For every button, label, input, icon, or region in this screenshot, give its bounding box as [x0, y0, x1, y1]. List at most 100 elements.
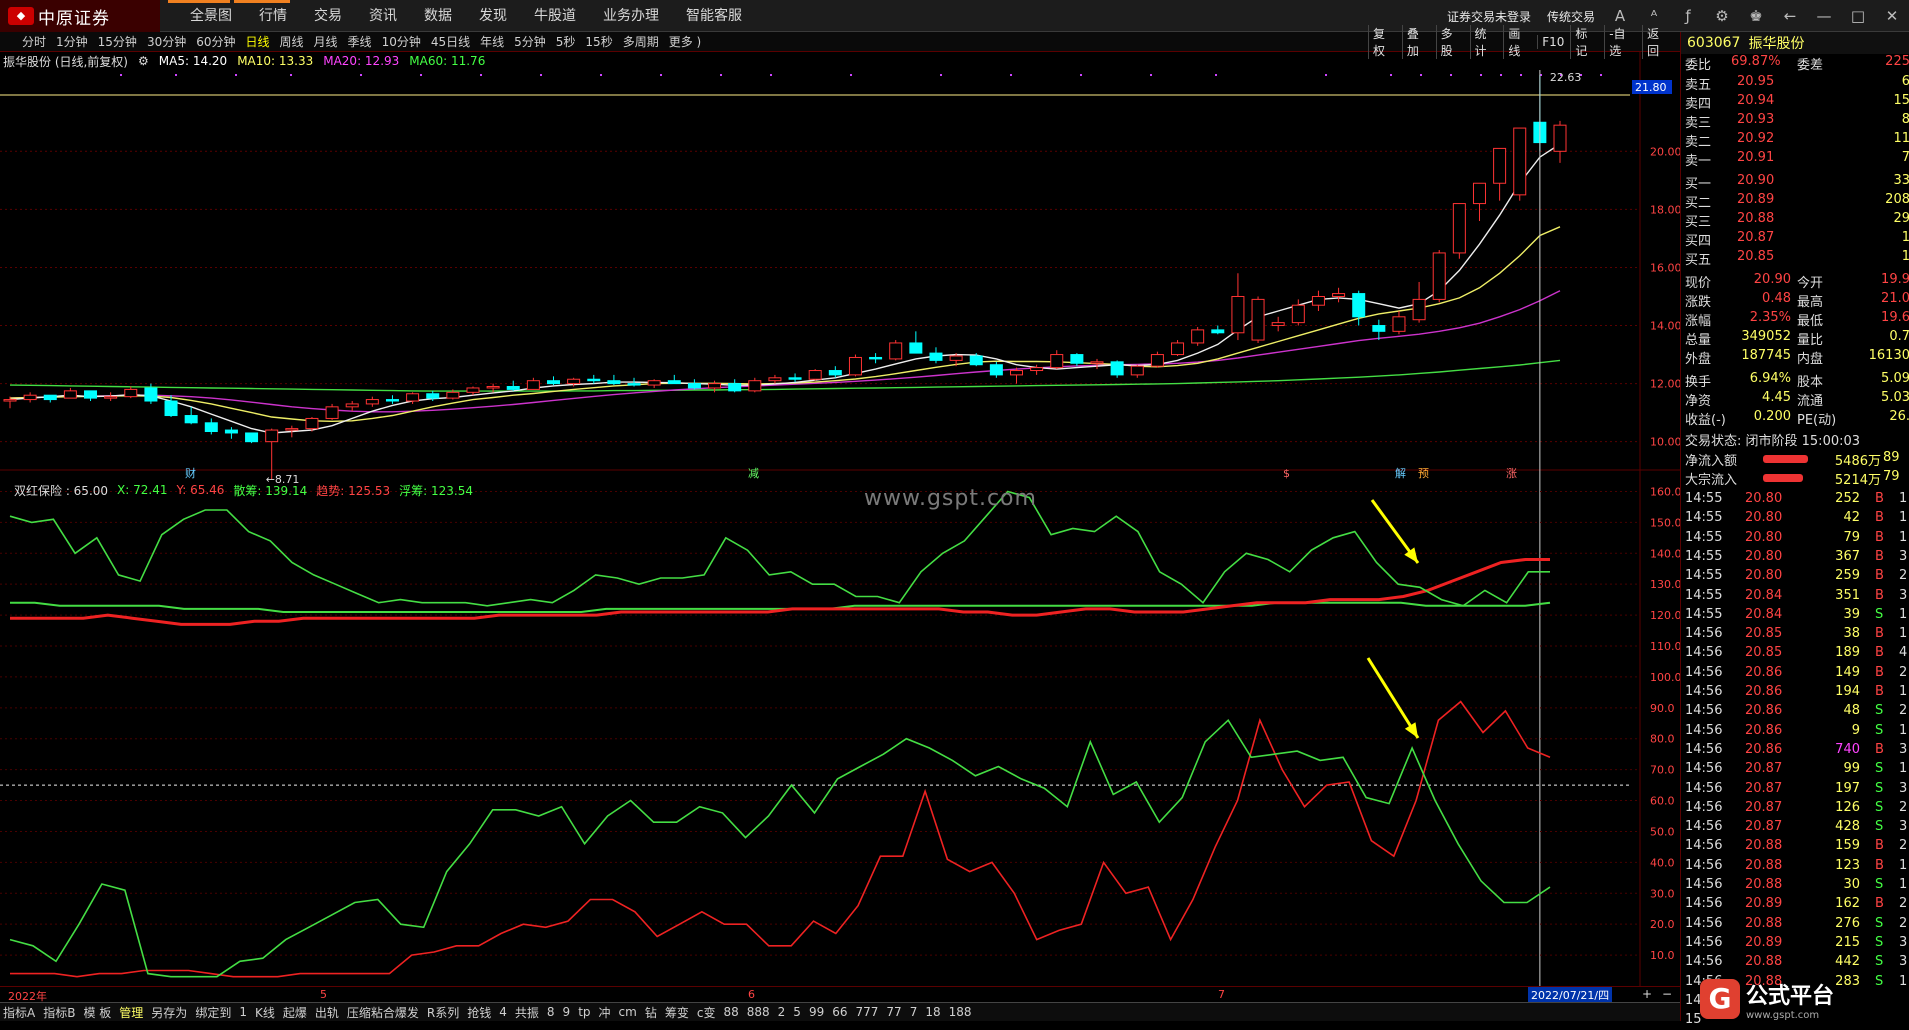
indicator-x: X: 72.41 — [117, 483, 168, 497]
tick-time: 14:56 — [1685, 857, 1723, 873]
flow-pct: 89 — [1883, 450, 1900, 465]
indicator-tab[interactable]: 钻 — [645, 1004, 657, 1021]
indicator-tab[interactable]: 66 — [832, 1005, 847, 1019]
candle-body — [124, 388, 138, 398]
zoom-out-icon[interactable]: − — [1662, 987, 1672, 1001]
candle-body — [1030, 367, 1044, 372]
minimize-icon[interactable]: — — [1815, 7, 1833, 25]
quote-row: 换手 6.94% 股本 5.09 — [1685, 371, 1909, 390]
indicator-tab[interactable]: 筹变 — [665, 1004, 689, 1021]
ask-volume: 8 — [1901, 112, 1909, 127]
candle-body — [627, 383, 641, 386]
tick-count: 2 — [1899, 703, 1908, 719]
candle-body — [607, 380, 621, 385]
candle-body — [1311, 295, 1325, 306]
indicator-tab[interactable]: R系列 — [427, 1004, 459, 1021]
indicator-tab[interactable]: 出轨 — [315, 1004, 339, 1021]
gear-icon[interactable]: ⚙ — [1713, 7, 1731, 25]
indicator-tab[interactable]: tp — [578, 1005, 590, 1019]
indicator-name: 双红保险 : 65.00 — [14, 483, 109, 498]
stat-value: 5.09 — [1881, 371, 1909, 386]
signal-dot — [540, 74, 542, 76]
indicator-tab[interactable]: 抢钱 — [467, 1004, 491, 1021]
indicator-tab[interactable]: 77 — [886, 1005, 901, 1019]
candle-body — [788, 377, 802, 380]
indicator-tab[interactable]: 绑定到 — [195, 1004, 231, 1021]
indicator-tab[interactable]: 8 — [547, 1005, 555, 1019]
indicator-tab[interactable]: 99 — [809, 1005, 824, 1019]
indicator-tab[interactable]: 888 — [747, 1005, 770, 1019]
candle-body — [848, 356, 862, 376]
indicator-tab[interactable]: 指标B — [43, 1004, 75, 1021]
indicator-tab[interactable]: 9 — [563, 1005, 571, 1019]
indicator-tab[interactable]: 指标A — [3, 1004, 35, 1021]
candle-body — [325, 406, 339, 419]
signal-dot — [1325, 74, 1327, 76]
tick-price: 20.88 — [1745, 915, 1783, 931]
bid-label: 买二 — [1685, 196, 1712, 211]
indicator-tick-label: 150.0 — [1650, 516, 1680, 529]
stat-label: 涨跌 — [1685, 295, 1712, 310]
indicator-tab[interactable]: 7 — [910, 1005, 918, 1019]
tick-side: B — [1875, 510, 1884, 526]
indicator-tab[interactable]: 188 — [949, 1005, 972, 1019]
ask-label: 卖三 — [1685, 116, 1712, 131]
tick-price: 20.87 — [1745, 780, 1783, 796]
indicator-tab[interactable]: 压缩粘合爆发 — [347, 1004, 419, 1021]
tick-side: B — [1875, 548, 1884, 564]
candle-body — [828, 370, 842, 376]
tick-count: 3 — [1899, 780, 1908, 796]
stat-label: 换手 — [1685, 375, 1712, 390]
indicator-tab[interactable]: 777 — [856, 1005, 879, 1019]
bid-label: 买三 — [1685, 215, 1712, 230]
indicator-tab[interactable]: 18 — [925, 1005, 940, 1019]
indicator-tab[interactable]: 模 板 — [83, 1004, 111, 1021]
quote-row: 总量 349052 量比 0.7 — [1685, 329, 1909, 348]
indicator-tick-label: 130.0 — [1650, 578, 1680, 591]
indicator-tab[interactable]: 4 — [499, 1005, 507, 1019]
maximize-icon[interactable]: □ — [1849, 7, 1867, 25]
tick-count: 1 — [1899, 722, 1908, 738]
indicator-tab[interactable]: 5 — [793, 1005, 801, 1019]
indicator-tab[interactable]: K线 — [255, 1004, 275, 1021]
quote-row: 14:56 20.87 197 S 3 — [1685, 781, 1909, 799]
annotation-arrowhead — [1404, 722, 1418, 738]
tick-count: 3 — [1899, 819, 1908, 835]
formula-icon[interactable]: ƒ — [1679, 7, 1697, 25]
skin-icon[interactable]: ♚ — [1747, 7, 1765, 25]
ask-label: 卖四 — [1685, 97, 1712, 112]
weicha-value: 225 — [1885, 54, 1909, 69]
flow-value: 5486万 — [1834, 454, 1881, 469]
zoom-in-icon[interactable]: + — [1642, 987, 1652, 1001]
tick-side: B — [1875, 664, 1884, 680]
indicator-tab[interactable]: 88 — [723, 1005, 738, 1019]
close-icon[interactable]: ✕ — [1883, 7, 1901, 25]
candle-body — [486, 386, 500, 389]
indicator-tab[interactable]: c变 — [697, 1004, 716, 1021]
candle-body — [3, 399, 17, 402]
bid-price: 20.90 — [1737, 173, 1775, 188]
back-icon[interactable]: ← — [1781, 7, 1799, 25]
stat-value: 2.35% — [1749, 310, 1791, 325]
indicator-y: Y: 65.46 — [176, 483, 225, 497]
candle-body — [1271, 322, 1285, 327]
indicator-tab[interactable]: cm — [619, 1005, 637, 1019]
candle-body — [1009, 370, 1023, 376]
event-mark: 预 — [1418, 467, 1429, 480]
indicator-tick-label: 100.0 — [1650, 671, 1680, 684]
indicator-tab[interactable]: 另存为 — [151, 1004, 187, 1021]
tick-volume: 197 — [1835, 780, 1860, 796]
signal-dot — [1150, 74, 1152, 76]
bid-volume: 208 — [1885, 192, 1909, 207]
stat-value: 16130 — [1868, 348, 1909, 363]
tick-volume: 30 — [1843, 877, 1860, 892]
quote-row: 14:56 20.88 276 S 2 — [1685, 916, 1909, 934]
indicator-tab[interactable]: 起爆 — [283, 1004, 307, 1021]
tick-side: B — [1875, 491, 1884, 506]
indicator-tab[interactable]: 共振 — [515, 1004, 539, 1021]
indicator-tab[interactable]: 管理 — [119, 1004, 143, 1021]
indicator-tab[interactable]: 2 — [778, 1005, 786, 1019]
tick-side: B — [1875, 741, 1884, 757]
indicator-tab[interactable]: 冲 — [599, 1004, 611, 1021]
indicator-tab[interactable]: 1 — [239, 1005, 247, 1019]
